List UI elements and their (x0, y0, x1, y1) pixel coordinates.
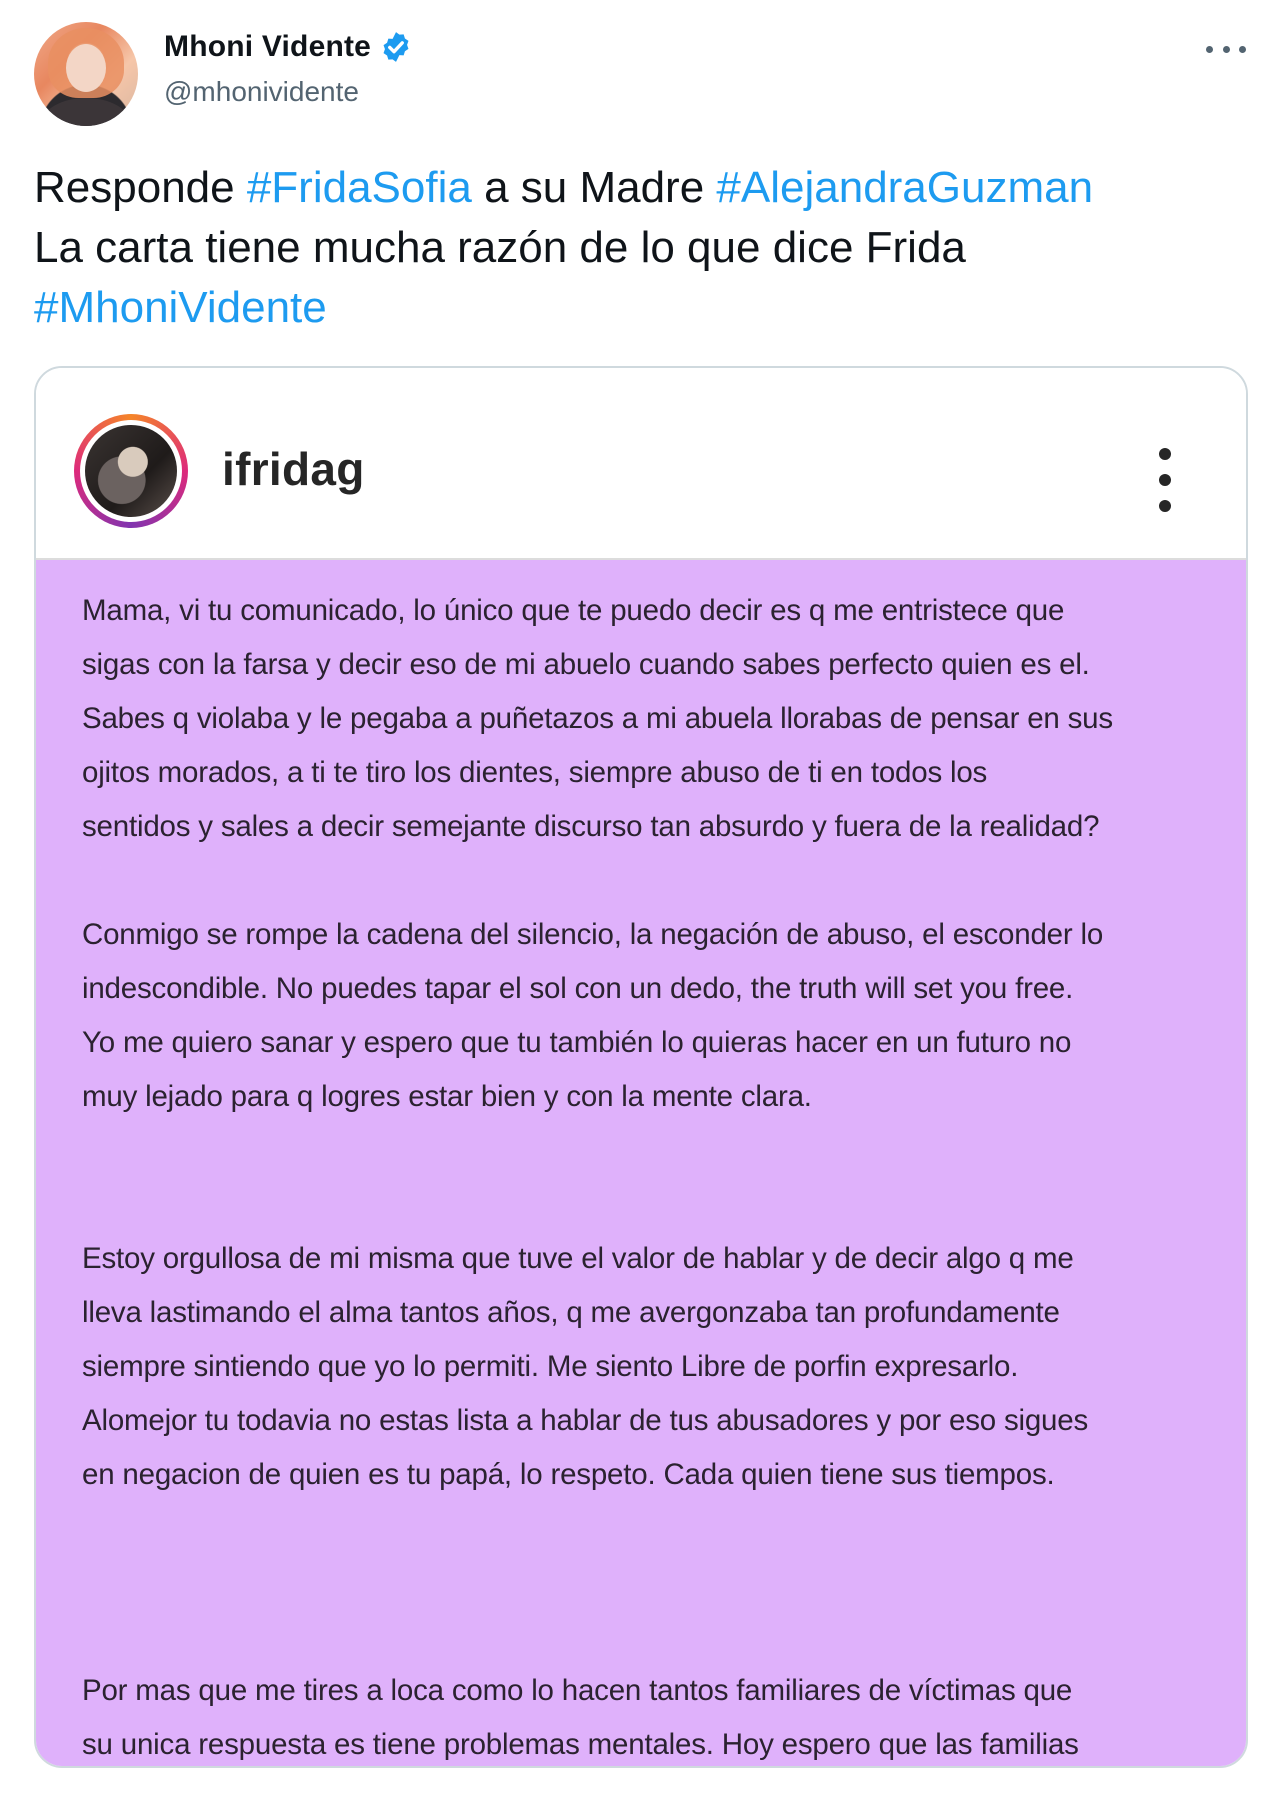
letter-paragraph: Mama, vi tu comunicado, lo único que te … (82, 584, 1212, 854)
letter-line: Estoy orgullosa de mi misma que tuve el … (82, 1242, 1074, 1275)
dot (1222, 45, 1230, 53)
letter-line: lleva lastimando el alma tantos años, q … (82, 1296, 1060, 1329)
letter-paragraph: Por mas que me tires a loca como lo hace… (82, 1664, 1212, 1766)
author-handle[interactable]: @mhonividente (164, 76, 359, 108)
dot (1159, 448, 1171, 460)
author-avatar[interactable] (34, 22, 138, 126)
avatar-shoulders (42, 98, 130, 126)
more-vertical-icon (1158, 448, 1172, 512)
hashtag-link[interactable]: #FridaSofia (247, 163, 472, 212)
letter-paragraph: Conmigo se rompe la cadena del silencio,… (82, 908, 1212, 1124)
letter-line: sigas con la farsa y decir eso de mi abu… (82, 648, 1090, 681)
letter-line: Alomejor tu todavia no estas lista a hab… (82, 1404, 1089, 1437)
more-horizontal-icon[interactable] (1206, 34, 1246, 64)
letter-line: Por mas que me tires a loca como lo hace… (82, 1674, 1073, 1707)
instagram-avatar-inner (80, 420, 182, 522)
instagram-username: ifridag (222, 443, 365, 495)
hashtag-link[interactable]: #MhoniVidente (34, 283, 327, 332)
instagram-avatar (85, 425, 177, 517)
tweet-text-segment: Responde (34, 163, 247, 212)
tweet-text-line: La carta tiene mucha razón de lo que dic… (34, 218, 1234, 278)
dot (1206, 45, 1213, 53)
tweet-text-segment: La carta tiene mucha razón de lo que dic… (34, 223, 966, 272)
letter-line: Conmigo se rompe la cadena del silencio,… (82, 918, 1104, 951)
letter-line: su unica respuesta es tiene problemas me… (82, 1728, 1079, 1761)
tweet-text-line: Responde #FridaSofia a su Madre #Alejand… (34, 158, 1234, 218)
tweet-text: Responde #FridaSofia a su Madre #Alejand… (34, 158, 1234, 338)
verified-badge-icon (383, 32, 409, 62)
dot (1159, 500, 1171, 512)
instagram-post-header: ifridag (36, 368, 1246, 560)
letter-line: muy lejado para q logres estar bien y co… (82, 1080, 812, 1113)
dot (1159, 474, 1171, 486)
instagram-avatar-ring (74, 414, 188, 528)
tweet-card[interactable]: Mhoni Vidente @mhonividente Responde #Fr… (0, 0, 1280, 1794)
tweet-text-line: #MhoniVidente (34, 278, 1234, 338)
author-display-name[interactable]: Mhoni Vidente (164, 30, 371, 64)
letter-paragraph: Estoy orgullosa de mi misma que tuve el … (82, 1232, 1212, 1502)
letter-line: sentidos y sales a decir semejante discu… (82, 810, 1100, 843)
letter-line: Sabes q violaba y le pegaba a puñetazos … (82, 702, 1113, 735)
letter-line: Yo me quiero sanar y espero que tu tambi… (82, 1026, 1072, 1059)
letter-line: Mama, vi tu comunicado, lo único que te … (82, 594, 1065, 627)
hashtag-link[interactable]: #AlejandraGuzman (716, 163, 1093, 212)
author-name-row[interactable]: Mhoni Vidente (164, 30, 413, 64)
tweet-text-segment: a su Madre (471, 163, 717, 212)
attached-image[interactable]: ifridag Mama, vi tu comunicado, lo único… (34, 366, 1248, 1768)
letter-line: en negacion de quien es tu papá, lo resp… (82, 1458, 1055, 1491)
dot (1239, 45, 1246, 53)
letter-line: siempre sintiendo que yo lo permiti. Me … (82, 1350, 1019, 1383)
avatar-face (66, 44, 106, 92)
letter-line: indescondible. No puedes tapar el sol co… (82, 972, 1074, 1005)
letter-text-area: Mama, vi tu comunicado, lo único que te … (36, 560, 1246, 1766)
letter-line: ojitos morados, a ti te tiro los dientes… (82, 756, 988, 789)
